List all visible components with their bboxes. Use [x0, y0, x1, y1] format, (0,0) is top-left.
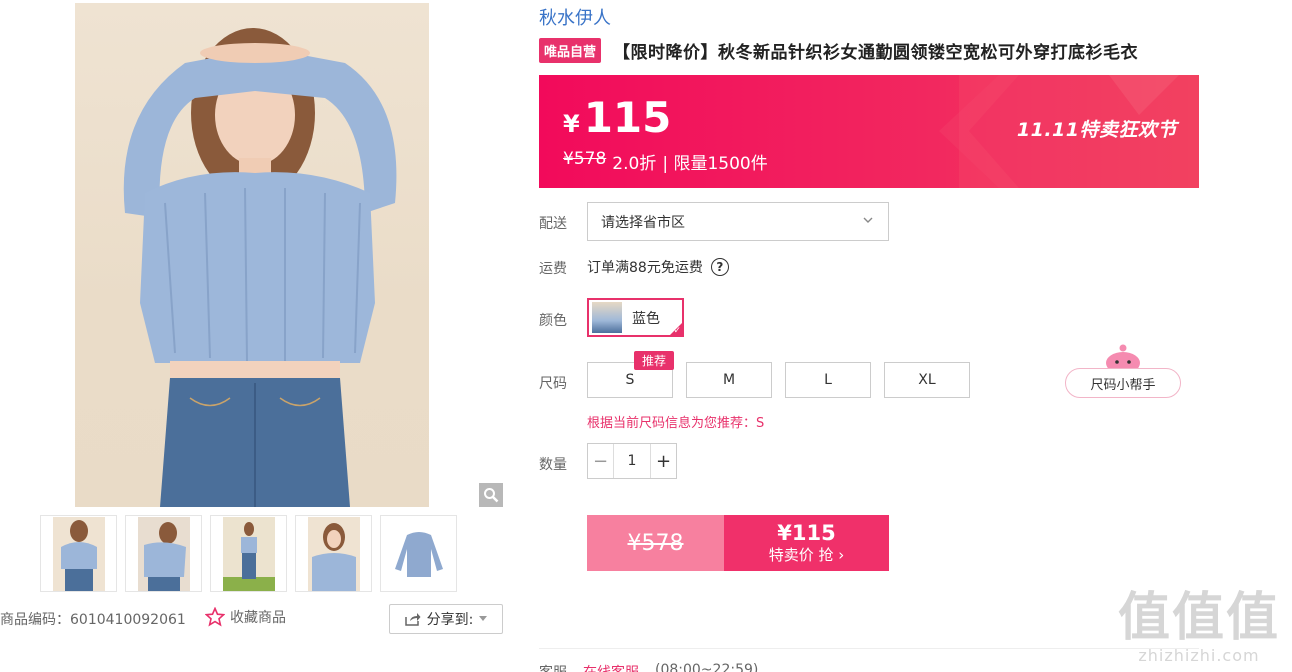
freight-label: 运费: [539, 261, 567, 277]
price-sub-info: ¥578 2.0折 | 限量1500件: [563, 149, 768, 174]
color-option-blue[interactable]: 蓝色 ✓: [587, 298, 684, 337]
buy-original-price: ¥578: [587, 515, 724, 571]
buy-button[interactable]: ¥578 ¥115 特卖价 抢 ›: [587, 515, 889, 571]
watermark-logo: 值值值: [1117, 588, 1280, 648]
size-option-l[interactable]: L: [785, 362, 871, 398]
color-swatch: [592, 302, 622, 333]
limit-quantity: | 限量1500件: [662, 154, 768, 174]
current-price: ¥ 115: [563, 93, 671, 142]
star-icon: [205, 607, 225, 627]
service-label: 客服: [539, 662, 567, 672]
brand-link[interactable]: 秋水伊人: [539, 4, 611, 30]
online-service-link[interactable]: 在线客服: [583, 662, 639, 672]
help-icon[interactable]: ?: [710, 258, 729, 276]
region-select-value: 请选择省市区: [601, 214, 685, 231]
buy-action-label: 特卖价 抢 ›: [768, 546, 845, 564]
price-currency: ¥: [563, 110, 580, 138]
festival-logo: 11.11特卖狂欢节: [1016, 119, 1177, 141]
main-product-image[interactable]: [75, 3, 429, 507]
freight-text: 订单满88元免运费: [587, 260, 703, 276]
discount-rate: 2.0折: [612, 154, 657, 174]
price-value: 115: [583, 93, 672, 142]
product-code-label: 商品编码：: [0, 612, 70, 628]
customer-service-row: 客服 在线客服 (08:00~22:59): [539, 662, 758, 672]
quantity-stepper: − 1 +: [587, 443, 677, 479]
caret-down-icon: [479, 616, 488, 621]
decrement-button[interactable]: −: [588, 444, 614, 478]
share-icon: [404, 613, 421, 626]
watermark-url: zhizhizhi.com: [1138, 646, 1260, 665]
title-row: 唯品自营 【限时降价】秋冬新品针织衫女通勤圆领镂空宽松可外穿打底衫毛衣: [539, 38, 1138, 63]
thumbnail-1[interactable]: [40, 515, 117, 592]
thumbnail-2[interactable]: [125, 515, 202, 592]
color-option-label: 蓝色: [632, 310, 660, 327]
favorite-label: 收藏商品: [230, 610, 286, 626]
thumbnail-strip: [40, 515, 457, 592]
section-divider: [539, 648, 1199, 649]
color-label: 颜色: [539, 313, 567, 329]
quantity-label: 数量: [539, 457, 567, 473]
size-label: 尺码: [539, 376, 567, 392]
product-title: 【限时降价】秋冬新品针织衫女通勤圆领镂空宽松可外穿打底衫毛衣: [613, 43, 1139, 63]
chevron-down-icon: [863, 217, 873, 223]
buy-price: ¥115: [777, 521, 836, 545]
share-label: 分享到:: [426, 612, 474, 628]
watermark: 值值值 zhizhizhi.com: [1118, 590, 1280, 665]
size-option-xl[interactable]: XL: [884, 362, 970, 398]
zoom-icon[interactable]: [479, 483, 503, 507]
service-hours: (08:00~22:59): [655, 662, 759, 672]
buy-now-button[interactable]: ¥115 特卖价 抢 ›: [724, 515, 889, 571]
size-recommendation: 根据当前尺码信息为您推荐：S: [587, 416, 765, 431]
recommend-tag: 推荐: [634, 351, 675, 370]
original-price: ¥578: [563, 149, 607, 169]
increment-button[interactable]: +: [650, 444, 676, 478]
thumbnail-4[interactable]: [295, 515, 372, 592]
thumbnail-3[interactable]: [210, 515, 287, 592]
product-code-value: 6010410092061: [70, 612, 186, 628]
deliver-label: 配送: [539, 216, 567, 232]
thumbnail-5[interactable]: [380, 515, 457, 592]
self-operated-badge: 唯品自营: [539, 38, 602, 63]
region-select[interactable]: 请选择省市区: [587, 202, 889, 241]
product-code: 商品编码：6010410092061: [0, 609, 186, 629]
share-button[interactable]: 分享到:: [389, 604, 503, 634]
favorite-button[interactable]: 收藏商品: [205, 607, 286, 627]
model-photo: [123, 28, 397, 507]
freight-info: 订单满88元免运费 ?: [587, 257, 729, 277]
size-helper-button[interactable]: 尺码小帮手: [1065, 368, 1181, 398]
quantity-value[interactable]: 1: [614, 444, 650, 478]
price-banner: ¥ 115 ¥578 2.0折 | 限量1500件 11.11特卖狂欢节: [539, 75, 1199, 188]
size-option-m[interactable]: M: [686, 362, 772, 398]
